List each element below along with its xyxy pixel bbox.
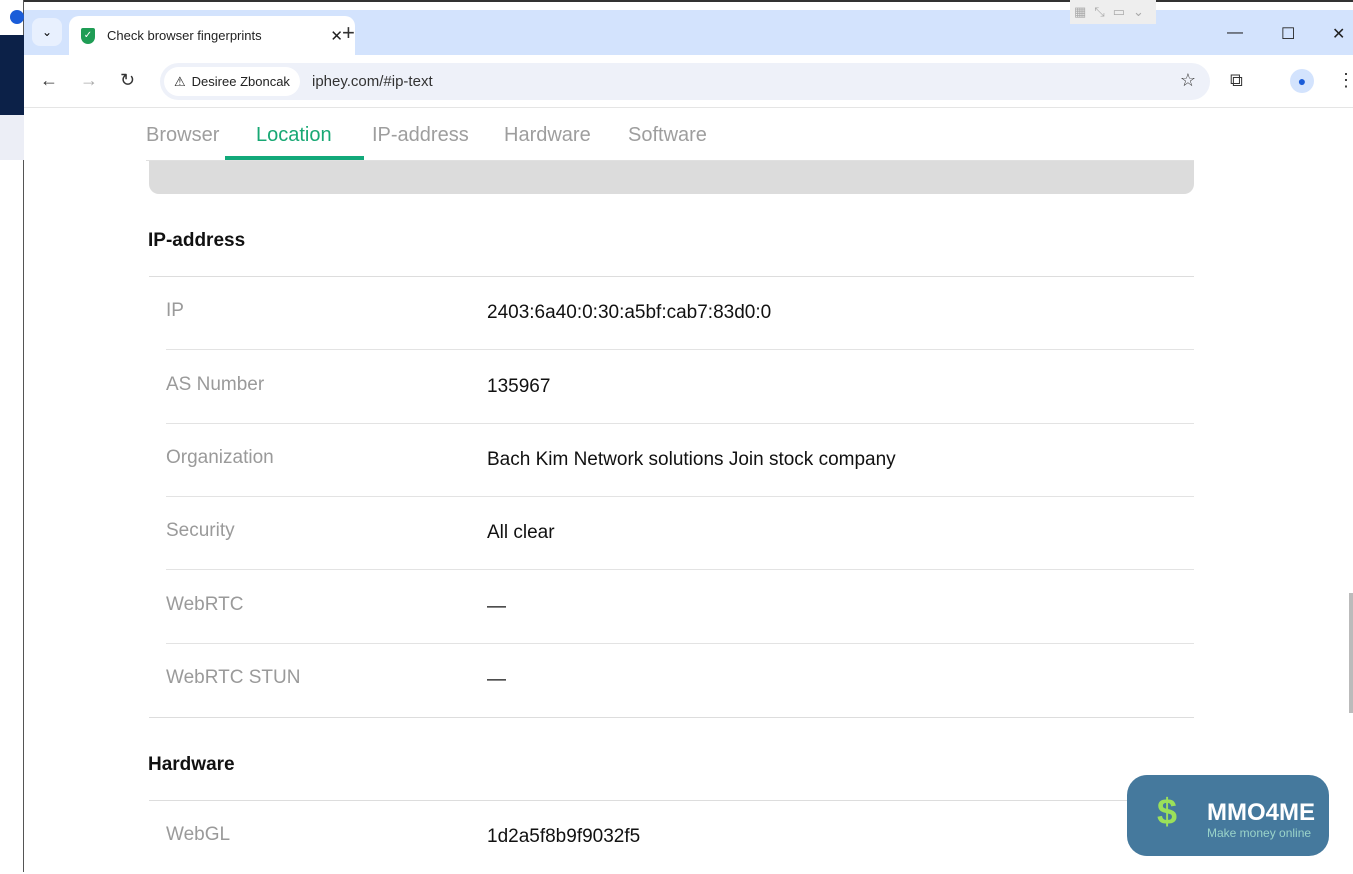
shield-icon: ✓ (81, 27, 95, 44)
tab-ip-address[interactable]: IP-address (372, 124, 469, 147)
minimize-button[interactable]: — (1227, 24, 1243, 42)
tab-title: Check browser fingerprints (107, 28, 262, 43)
fullscreen-icon[interactable]: ⤡ (1094, 4, 1104, 20)
row-value: — (487, 669, 506, 690)
section-tabs: Browser Location IP-address Hardware Sof… (146, 108, 1194, 161)
monitor-icon[interactable]: ▭ (1113, 4, 1125, 20)
reload-button[interactable]: ↻ (120, 70, 135, 91)
desktop-background (0, 0, 24, 872)
row-value: 2403:6a40:0:30:a5bf:cab7:83d0:0 (487, 302, 772, 323)
row-label: WebRTC (166, 594, 244, 615)
scrollbar[interactable] (1349, 593, 1353, 713)
close-window-button[interactable]: ✕ (1332, 24, 1345, 44)
tab-hardware[interactable]: Hardware (504, 124, 591, 147)
menu-icon[interactable]: ⋮ (1337, 70, 1353, 91)
mmo4me-watermark: $ MMO4ME Make money online (1127, 775, 1329, 856)
row-value: 1d2a5f8b9f9032f5 (487, 826, 641, 847)
app-logo-icon (10, 10, 24, 24)
row-label: Organization (166, 447, 274, 468)
profile-chip-label: Desiree Zboncak (191, 74, 290, 89)
row-value: Bach Kim Network solutions Join stock co… (487, 449, 896, 470)
tab-search-button[interactable]: ⌄ (32, 18, 62, 46)
maximize-button[interactable]: ☐ (1281, 24, 1295, 44)
ip-section-title: IP-address (148, 230, 246, 251)
new-tab-button[interactable]: + (342, 20, 355, 46)
table-row: WebGL 1d2a5f8b9f9032f5 (166, 801, 1194, 874)
watermark-title: MMO4ME (1207, 799, 1315, 826)
back-button[interactable]: ← (40, 70, 58, 91)
browser-tab[interactable]: ✓ Check browser fingerprints ✕ (69, 16, 355, 55)
row-label: IP (166, 300, 184, 321)
grid-icon[interactable]: ▦ (1074, 4, 1086, 20)
content-panel (149, 161, 1194, 194)
row-label: WebGL (166, 824, 231, 845)
tab-browser[interactable]: Browser (146, 124, 219, 147)
row-label: Security (166, 520, 235, 541)
extensions-icon[interactable]: ⧉ (1230, 70, 1243, 91)
table-row: IP 2403:6a40:0:30:a5bf:cab7:83d0:0 (166, 277, 1194, 350)
hardware-section-title: Hardware (148, 754, 235, 775)
row-value: 135967 (487, 376, 551, 397)
url-text[interactable]: iphey.com/#ip-text (312, 73, 433, 90)
table-row: WebRTC — (166, 571, 1194, 644)
row-label: WebRTC STUN (166, 667, 301, 688)
active-tab-indicator (225, 156, 364, 160)
dollar-logo-icon: $ (1157, 791, 1178, 832)
tab-location[interactable]: Location (256, 124, 332, 147)
web-page: Browser Location IP-address Hardware Sof… (24, 108, 1353, 872)
table-row: Security All clear (166, 497, 1194, 570)
row-value: All clear (487, 522, 555, 543)
profile-avatar-icon[interactable]: ● (1290, 69, 1314, 93)
warning-icon: ⚠ (174, 73, 186, 89)
table-row: Organization Bach Kim Network solutions J… (166, 424, 1194, 497)
browser-window: ⌄ ✓ Check browser fingerprints ✕ + — ☐ ✕… (24, 0, 1353, 872)
table-row: AS Number 135967 (166, 351, 1194, 424)
remote-toolbar: ▦ ⤡ ▭ ⌄ (1070, 0, 1156, 24)
row-label: AS Number (166, 374, 265, 395)
security-chip[interactable]: ⚠ Desiree Zboncak (164, 67, 300, 96)
chevron-down-icon[interactable]: ⌄ (1133, 4, 1144, 20)
forward-button[interactable]: → (80, 70, 98, 91)
table-row: WebRTC STUN — (166, 644, 1194, 717)
address-bar[interactable]: ⚠ Desiree Zboncak iphey.com/#ip-text ☆ (160, 63, 1210, 100)
row-value: — (487, 596, 506, 617)
bookmark-star-icon[interactable]: ☆ (1180, 70, 1196, 91)
tab-software[interactable]: Software (628, 124, 707, 147)
watermark-subtitle: Make money online (1207, 826, 1312, 840)
toolbar: ← → ↻ ⚠ Desiree Zboncak iphey.com/#ip-tex… (24, 55, 1353, 108)
